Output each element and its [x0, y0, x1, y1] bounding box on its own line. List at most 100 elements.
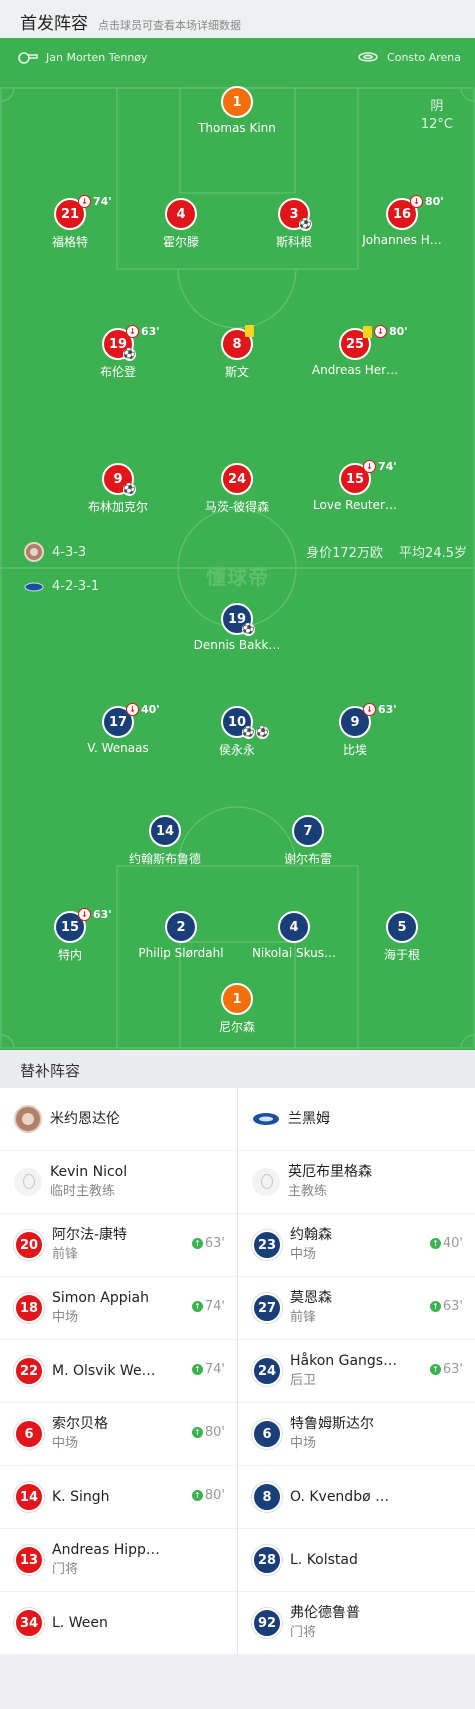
player-events: ↓ 40': [126, 703, 160, 716]
player-name: Love Reuter…: [313, 498, 397, 512]
home-player[interactable]: 15 ↓ 74' Love Reuter…: [295, 460, 415, 512]
bench-player-number: 20: [14, 1230, 44, 1260]
away-coach-cell[interactable]: 英厄布里格森 主教练: [238, 1151, 475, 1214]
away-team-cell[interactable]: 兰黑姆: [238, 1088, 475, 1151]
home-player[interactable]: 25 ↓ 80' Andreas Her…: [295, 325, 415, 377]
sub-in-time: ↑ 80': [191, 1425, 225, 1440]
away-formation: 4-2-3-1: [24, 579, 99, 594]
home-player[interactable]: 24 马茨-彼得森: [177, 463, 297, 515]
sub-time: 74': [378, 460, 397, 473]
home-player[interactable]: 16 ↓ 80' Johannes H…: [342, 195, 462, 247]
home-team-name: 米约恩达伦: [50, 1111, 120, 1127]
away-player[interactable]: 17 ↓ 40' V. Wenaas: [58, 703, 178, 755]
bench-player-name: Kevin Nicol: [50, 1164, 128, 1180]
player-number: 15 ↓ 74': [339, 460, 397, 495]
home-bench-player[interactable]: 22 M. Olsvik We… ↑ 74': [0, 1340, 238, 1403]
player-name: 谢尔布雷: [283, 852, 332, 866]
home-player[interactable]: 4 霍尔滕: [121, 198, 241, 250]
substitution-out-icon: ↓: [78, 195, 91, 208]
substitution-in-icon: ↑: [429, 1364, 441, 1375]
away-bench-player[interactable]: 6 特鲁姆斯达尔 中场: [238, 1403, 475, 1466]
bench-player-name: 特鲁姆斯达尔: [290, 1416, 374, 1432]
player-name: Johannes H…: [362, 233, 442, 247]
away-player[interactable]: 19 ⚽ Dennis Bakk…: [177, 603, 297, 652]
weather-condition: 阴: [430, 99, 444, 114]
home-stats: 身价172万欧 平均24.5岁: [306, 542, 467, 561]
player-name: 马茨-彼得森: [204, 500, 270, 514]
substitution-out-icon: ↓: [126, 325, 139, 338]
player-name: 福格特: [51, 235, 88, 249]
player-name: 比埃: [342, 743, 367, 757]
home-bench-player[interactable]: 13 Andreas Hipp… 门将: [0, 1529, 238, 1592]
away-bench-player[interactable]: 23 约翰森 中场 ↑ 40': [238, 1214, 475, 1277]
home-bench-player[interactable]: 6 索尔贝格 中场 ↑ 80': [0, 1403, 238, 1466]
bench-row: Kevin Nicol 临时主教练 英厄布里格森 主教练: [0, 1151, 475, 1214]
away-player[interactable]: 2 Philip Slørdahl: [121, 911, 241, 960]
player-number: 1: [221, 86, 253, 118]
player-name: 斯文: [224, 365, 249, 379]
bench-player-position: 中场: [290, 1436, 317, 1451]
bench-player-position: 前锋: [52, 1247, 79, 1262]
home-bench-player[interactable]: 18 Simon Appiah 中场 ↑ 74': [0, 1277, 238, 1340]
player-name: 尼尔森: [218, 1020, 255, 1034]
sub-in-time: ↑ 74': [191, 1362, 225, 1377]
home-coach-cell[interactable]: Kevin Nicol 临时主教练: [0, 1151, 238, 1214]
ball-icon: ⚽: [242, 726, 255, 739]
home-player[interactable]: 19 ⚽ ↓ 63' 布伦登: [58, 325, 178, 380]
bench-player-name: Andreas Hipp…: [52, 1542, 160, 1558]
bench-player-number: 18: [14, 1293, 44, 1323]
away-player[interactable]: 9 ↓ 63' 比埃: [295, 703, 415, 758]
away-bench-player[interactable]: 92 弗伦德鲁普 门将: [238, 1592, 475, 1655]
bench-player-position: 主教练: [288, 1184, 328, 1199]
home-team-cell[interactable]: 米约恩达伦: [0, 1088, 238, 1151]
away-bench-player[interactable]: 24 Håkon Gangs… 后卫 ↑ 63': [238, 1340, 475, 1403]
away-team-name: 兰黑姆: [288, 1111, 330, 1127]
substitution-in-icon: ↑: [191, 1364, 203, 1375]
bench-row: 20 阿尔法-康特 前锋 ↑ 63' 23 约翰森 中场 ↑ 40': [0, 1214, 475, 1277]
away-bench-player[interactable]: 8 O. Kvendbø …: [238, 1466, 475, 1529]
home-player[interactable]: 8 斯文: [177, 325, 297, 380]
away-player[interactable]: 10 ⚽ ⚽ 侯永永: [177, 706, 297, 758]
goal-icons: ⚽: [299, 218, 312, 231]
away-player[interactable]: 14 约翰斯布鲁德: [105, 815, 225, 867]
lineup-subtitle: 点击球员可查看本场详细数据: [98, 19, 241, 32]
home-bench-player[interactable]: 20 阿尔法-康特 前锋 ↑ 63': [0, 1214, 238, 1277]
bench-row: 6 索尔贝格 中场 ↑ 80' 6 特鲁姆斯达尔 中场: [0, 1403, 475, 1466]
away-bench-player[interactable]: 28 L. Kolstad: [238, 1529, 475, 1592]
substitution-out-icon: ↓: [126, 703, 139, 716]
sub-time: 40': [141, 703, 160, 716]
player-number: 7: [292, 815, 324, 847]
sub-in-time: ↑ 63': [429, 1362, 463, 1377]
away-player[interactable]: 1 尼尔森: [177, 983, 297, 1035]
home-player[interactable]: 21 ↓ 74' 福格特: [10, 195, 130, 250]
home-player[interactable]: 1 Thomas Kinn: [177, 86, 297, 135]
home-value: 身价172万欧: [306, 546, 383, 561]
away-bench-player[interactable]: 27 莫恩森 前锋 ↑ 63': [238, 1277, 475, 1340]
home-bench-player[interactable]: 34 L. Ween: [0, 1592, 238, 1655]
player-number: 19 ⚽ ↓ 63': [102, 325, 160, 361]
player-number: 17 ↓ 40': [102, 703, 160, 738]
player-events: ↓ 63': [363, 703, 397, 716]
home-player[interactable]: 3 ⚽ 斯科根: [234, 198, 354, 250]
bench-player-name: Håkon Gangs…: [290, 1353, 398, 1369]
player-name: 海于根: [383, 948, 420, 962]
substitution-out-icon: ↓: [363, 460, 376, 473]
bench-player-position: 门将: [52, 1562, 79, 1577]
bench-player-name: 英厄布里格森: [288, 1164, 372, 1180]
away-team-logo-icon: [253, 1113, 279, 1125]
away-player[interactable]: 5 海于根: [342, 911, 462, 963]
ball-icon: ⚽: [256, 726, 269, 739]
away-player[interactable]: 4 Nikolai Skus…: [234, 911, 354, 960]
home-bench-player[interactable]: 14 K. Singh ↑ 80': [0, 1466, 238, 1529]
player-number: 3 ⚽: [278, 198, 312, 231]
away-player[interactable]: 15 ↓ 63' 特内: [10, 908, 130, 963]
substitution-in-icon: ↑: [191, 1490, 203, 1501]
bench-player-name: M. Olsvik We…: [52, 1363, 156, 1379]
away-player[interactable]: 7 谢尔布雷: [248, 815, 368, 867]
ball-icon: ⚽: [123, 348, 136, 361]
bench-row: 22 M. Olsvik We… ↑ 74' 24 Håkon Gangs… 后卫 ↑ 63': [0, 1340, 475, 1403]
sub-time: 63': [378, 703, 397, 716]
bench-player-position: 中场: [52, 1436, 79, 1451]
home-player[interactable]: 9 ⚽ 布林加克尔: [58, 463, 178, 515]
sub-time: 80': [425, 195, 444, 208]
